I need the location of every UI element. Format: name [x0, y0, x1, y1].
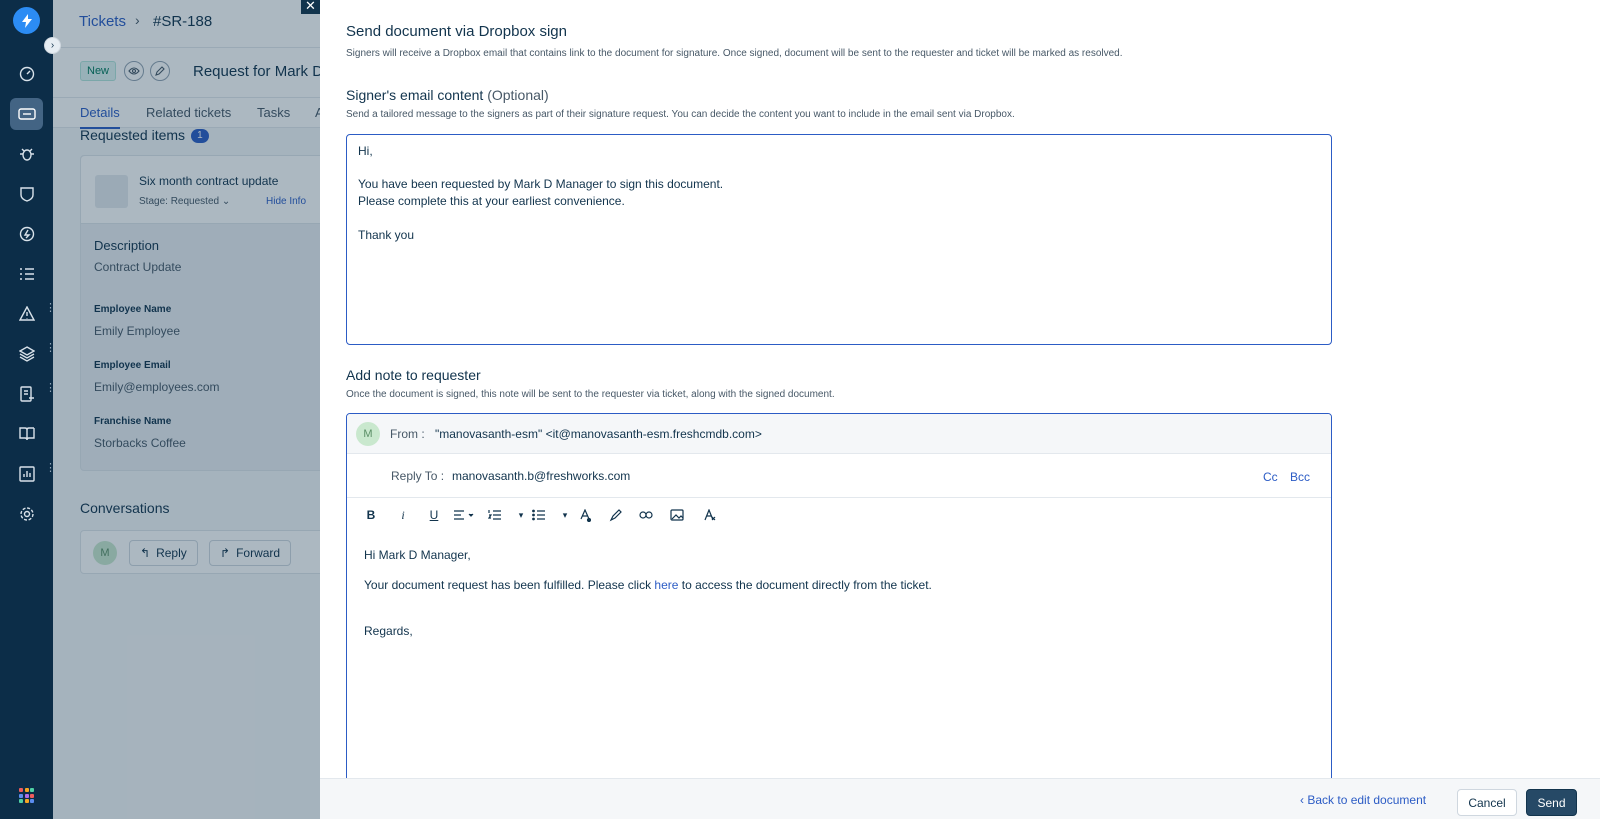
- signer-email-heading: Signer's email content (Optional): [346, 87, 549, 103]
- note-body-suffix: to access the document directly from the…: [681, 578, 932, 592]
- contracts-icon[interactable]: [10, 378, 43, 410]
- note-body-prefix: Your document request has been fulfilled…: [364, 578, 652, 592]
- ordered-list-icon[interactable]: [488, 506, 502, 524]
- reply-to-label: Reply To :: [391, 469, 445, 483]
- from-email-select[interactable]: "manovasanth-esm" <it@manovasanth-esm.fr…: [435, 427, 762, 441]
- close-icon[interactable]: ✕: [301, 0, 320, 14]
- tickets-icon[interactable]: [10, 98, 43, 130]
- chevron-left-icon: ‹: [1300, 793, 1304, 807]
- from-avatar: M: [356, 422, 380, 446]
- from-row: M From : "manovasanth-esm" <it@manovasan…: [347, 414, 1331, 454]
- add-note-heading: Add note to requester: [346, 367, 481, 383]
- releases-icon[interactable]: [10, 218, 43, 250]
- signer-email-title: Signer's email content: [346, 87, 484, 103]
- changes-shield-icon[interactable]: [10, 178, 43, 210]
- optional-label: (Optional): [487, 87, 549, 103]
- settings-gear-icon[interactable]: [10, 498, 43, 530]
- reports-chart-icon[interactable]: [10, 458, 43, 490]
- rich-text-toolbar: B i U ▾ ▾: [347, 498, 1331, 532]
- clear-formatting-icon[interactable]: [703, 506, 717, 524]
- cc-button[interactable]: Cc: [1263, 470, 1278, 484]
- problems-bug-icon[interactable]: [10, 138, 43, 170]
- bullet-list-dropdown-icon[interactable]: ▾: [558, 506, 572, 524]
- back-label: Back to edit document: [1307, 793, 1427, 807]
- assets-layers-icon[interactable]: [10, 338, 43, 370]
- underline-icon[interactable]: U: [427, 506, 441, 524]
- panel-title: Send document via Dropbox sign: [346, 23, 567, 40]
- from-label: From :: [390, 427, 425, 441]
- requester-note-editor: M From : "manovasanth-esm" <it@manovasan…: [346, 413, 1332, 813]
- app-switcher-icon[interactable]: [19, 788, 34, 803]
- app-sidebar: ⋮ ⋮ ⋮ ⋮: [0, 0, 56, 819]
- panel-description: Signers will receive a Dropbox email tha…: [346, 48, 1123, 59]
- note-greeting[interactable]: Hi Mark D Manager,: [364, 548, 471, 562]
- reply-to-row: Reply To : manovasanth.b@freshworks.com …: [347, 454, 1331, 498]
- dashboard-icon[interactable]: [10, 58, 43, 90]
- signer-email-content-textarea[interactable]: Hi, You have been requested by Mark D Ma…: [346, 134, 1332, 345]
- send-button[interactable]: Send: [1526, 789, 1577, 816]
- signer-email-description: Send a tailored message to the signers a…: [346, 109, 1015, 120]
- alerts-warning-icon[interactable]: [10, 298, 43, 330]
- note-body-line[interactable]: Your document request has been fulfilled…: [364, 578, 932, 592]
- ordered-list-dropdown-icon[interactable]: ▾: [514, 506, 528, 524]
- document-link[interactable]: here: [654, 578, 678, 592]
- insert-image-icon[interactable]: [670, 506, 684, 524]
- solutions-book-icon[interactable]: [10, 418, 43, 450]
- bullet-list-icon[interactable]: [532, 506, 546, 524]
- highlight-icon[interactable]: [608, 506, 622, 524]
- add-note-description: Once the document is signed, this note w…: [346, 389, 835, 400]
- align-icon[interactable]: [453, 506, 475, 524]
- italic-icon[interactable]: i: [396, 506, 410, 524]
- bcc-button[interactable]: Bcc: [1290, 470, 1310, 484]
- freshservice-logo-icon[interactable]: [13, 7, 40, 34]
- link-icon[interactable]: [639, 506, 653, 524]
- reply-to-field[interactable]: manovasanth.b@freshworks.com: [452, 469, 630, 483]
- cancel-button[interactable]: Cancel: [1457, 789, 1517, 816]
- dropbox-sign-panel: Send document via Dropbox sign Signers w…: [320, 0, 1600, 819]
- bold-icon[interactable]: B: [364, 506, 378, 524]
- text-color-icon[interactable]: [578, 506, 592, 524]
- tasks-list-icon[interactable]: [10, 258, 43, 290]
- back-to-edit-document-link[interactable]: ‹ Back to edit document: [1300, 793, 1426, 807]
- panel-footer: ‹ Back to edit document Cancel Send: [320, 778, 1600, 819]
- expand-sidebar-chevron-icon[interactable]: ›: [44, 37, 61, 54]
- note-regards[interactable]: Regards,: [364, 624, 413, 638]
